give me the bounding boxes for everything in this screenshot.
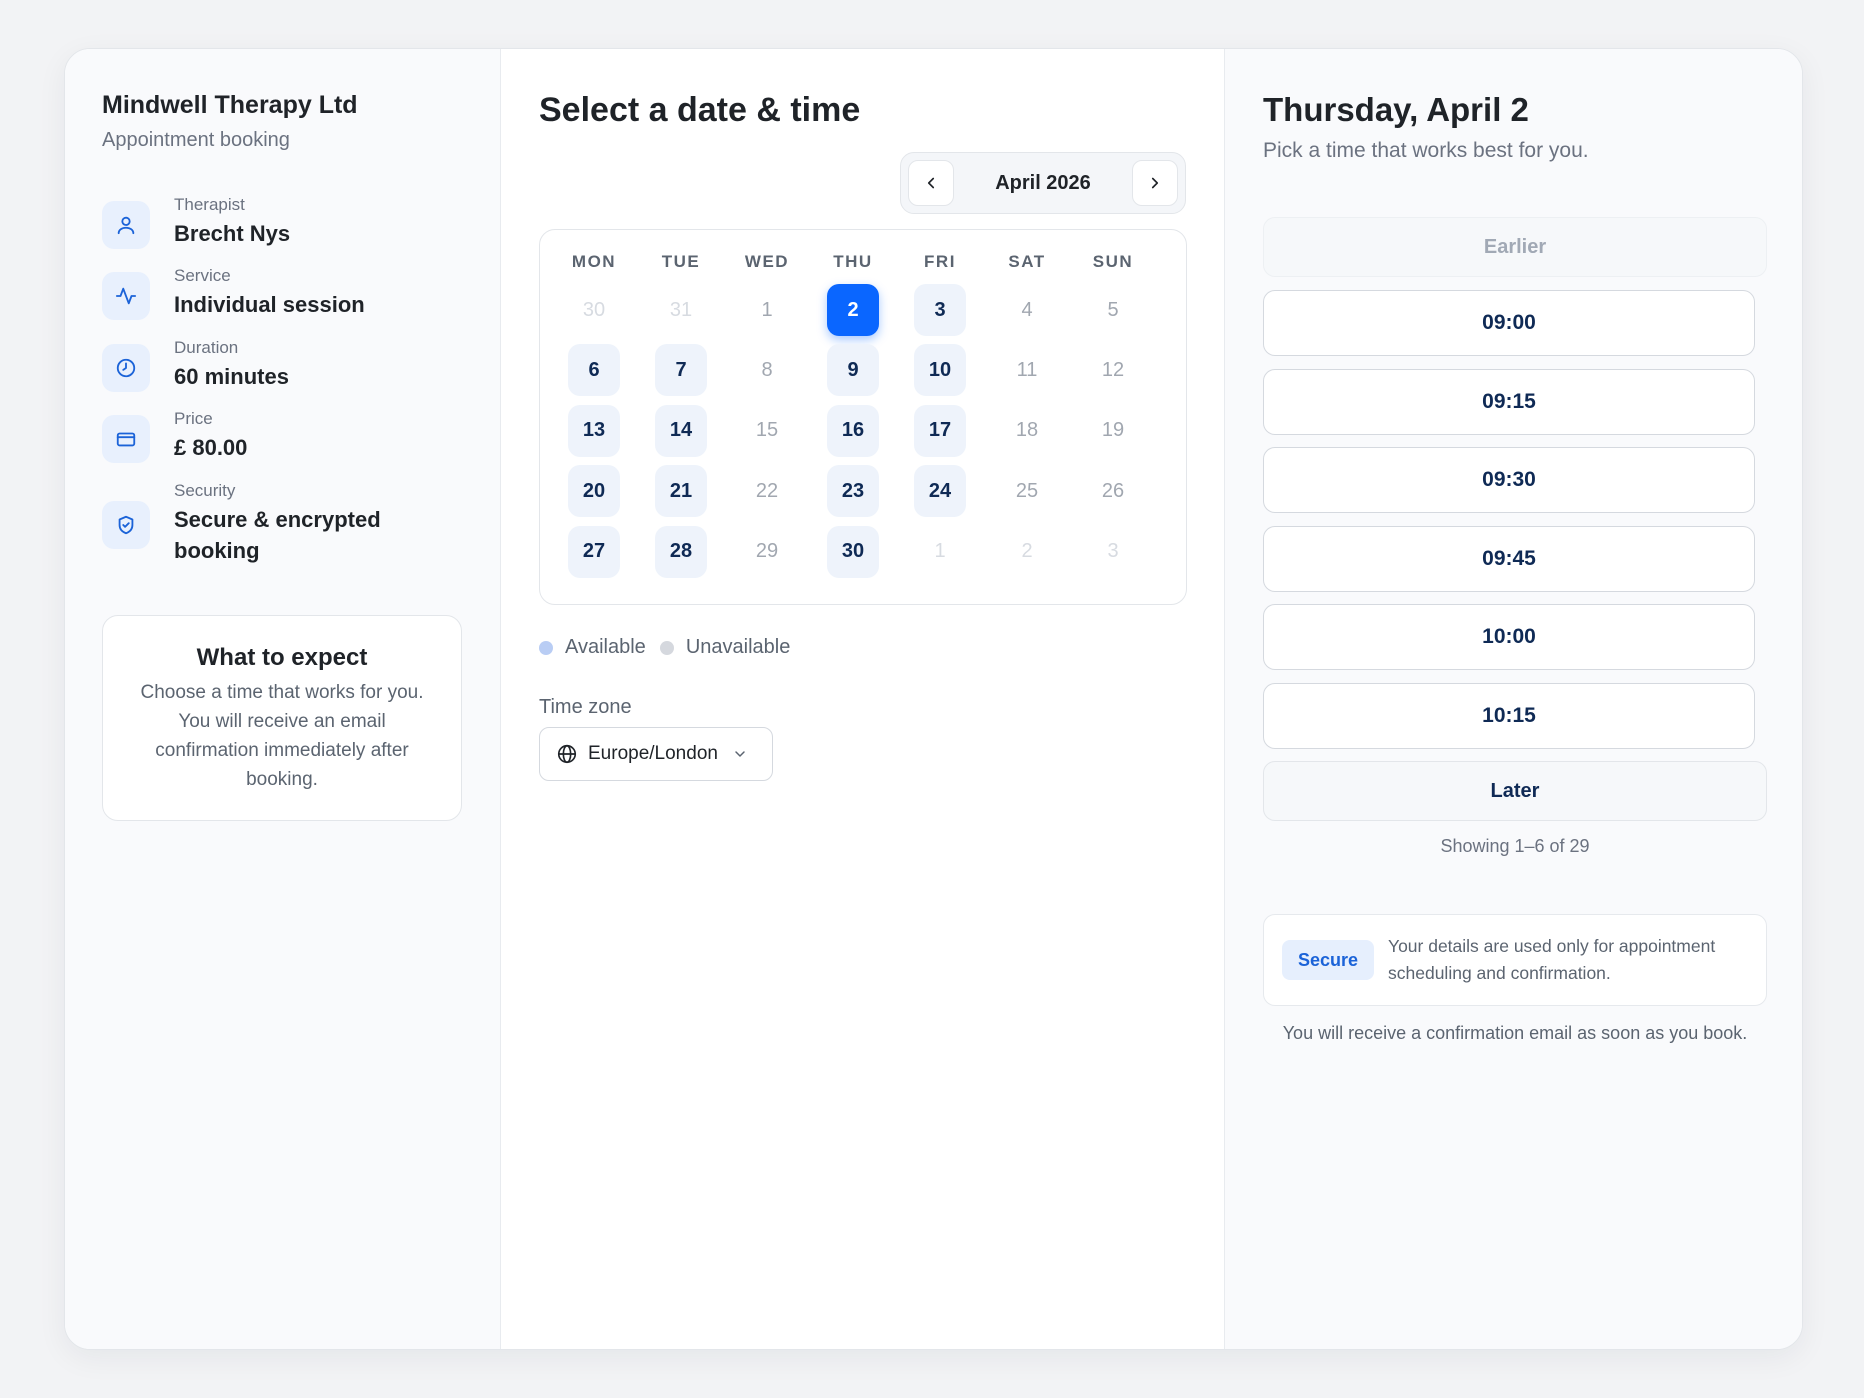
what-to-expect-title: What to expect <box>196 644 368 671</box>
time-selection-panel: Thursday, April 2 Pick a time that works… <box>1225 49 1802 1349</box>
what-to-expect-card: What to expect Choose a time that works … <box>102 615 462 821</box>
detail-label: Therapist <box>174 195 245 214</box>
booking-summary-panel: Mindwell Therapy Ltd Appointment booking… <box>65 49 501 1349</box>
next-month-button[interactable] <box>1132 160 1178 206</box>
calendar-day-unavailable: 4 <box>1021 298 1033 321</box>
calendar-day-unavailable: 15 <box>755 419 779 442</box>
calendar-day-available[interactable]: 20 <box>568 465 620 518</box>
time-slot-button[interactable]: 09:15 <box>1263 369 1755 435</box>
date-selection-panel: Select a date & time April 2026 MON TUE WE… <box>501 49 1225 1349</box>
timezone-label: Time zone <box>539 696 632 718</box>
time-slot-button[interactable]: 09:30 <box>1263 447 1755 513</box>
month-navigator: April 2026 <box>900 152 1186 214</box>
calendar-day-outside-month: 2 <box>1021 540 1033 563</box>
calendar-day-available[interactable]: 27 <box>568 525 620 578</box>
time-slot-button[interactable]: 09:45 <box>1263 526 1755 592</box>
calendar-day-unavailable: 19 <box>1101 419 1125 442</box>
globe-icon <box>557 744 577 764</box>
calendar-day-available[interactable]: 23 <box>827 465 879 518</box>
privacy-notice-text: Your details are used only for appointme… <box>1388 936 1716 983</box>
calendar-day-available[interactable]: 28 <box>655 525 707 578</box>
page-title: Select a date & time <box>539 91 861 129</box>
secure-badge: Secure <box>1282 940 1374 980</box>
confirmation-note: You will receive a confirmation email as… <box>1282 1023 1748 1043</box>
later-times-button[interactable]: Later <box>1263 761 1767 821</box>
timezone-select[interactable]: Europe/London <box>539 727 773 781</box>
calendar-day-unavailable: 8 <box>761 358 773 381</box>
calendar-day-outside-month: 3 <box>1107 540 1119 563</box>
earlier-times-button[interactable]: Earlier <box>1263 217 1767 277</box>
weekday-header: TUE <box>661 252 701 271</box>
privacy-notice: Secure Your details are used only for ap… <box>1263 914 1767 1006</box>
calendar-day-unavailable: 11 <box>1016 358 1038 381</box>
pagination-status: Showing 1–6 of 29 <box>1440 836 1590 856</box>
calendar-day-unavailable: 25 <box>1015 479 1039 502</box>
time-slot-button[interactable]: 10:15 <box>1263 683 1755 749</box>
detail-value: Brecht Nys <box>174 221 291 246</box>
calendar-day-available[interactable]: 13 <box>568 404 620 457</box>
activity-icon <box>102 272 150 320</box>
clock-icon <box>102 344 150 392</box>
detail-label: Price <box>174 409 213 428</box>
calendar-day-available[interactable]: 10 <box>914 344 966 397</box>
calendar-day-selected[interactable]: 2 <box>827 284 879 336</box>
unavailable-dot <box>659 640 674 655</box>
detail-label: Duration <box>174 338 239 357</box>
weekday-header: THU <box>833 252 873 271</box>
organization-subtitle: Appointment booking <box>102 129 290 151</box>
calendar-day-unavailable: 22 <box>755 479 779 502</box>
shield-check-icon <box>102 501 150 549</box>
weekday-header: MON <box>571 252 617 271</box>
selected-date-subtitle: Pick a time that works best for you. <box>1263 139 1589 162</box>
calendar-day-outside-month: 30 <box>582 298 606 321</box>
user-icon <box>102 201 150 249</box>
calendar-day-outside-month: 1 <box>934 540 946 563</box>
detail-value: 60 minutes <box>174 364 289 389</box>
calendar-grid: MON TUE WED THU FRI SAT SUN 30 31 1 2 3 4 5 6 7 8 9 10 11 12… <box>539 229 1187 605</box>
booking-card: Mindwell Therapy Ltd Appointment booking… <box>64 48 1803 1350</box>
time-slot-button[interactable]: 10:00 <box>1263 604 1755 670</box>
chevron-right-icon <box>1151 177 1159 189</box>
legend-unavailable-label: Unavailable <box>685 636 791 658</box>
chevron-left-icon <box>927 177 935 189</box>
detail-value: £ 80.00 <box>174 435 248 460</box>
calendar-day-available[interactable]: 6 <box>568 344 620 397</box>
calendar-legend: Available Unavailable <box>539 636 790 659</box>
selected-date-title: Thursday, April 2 <box>1263 91 1529 128</box>
detail-label: Service <box>174 266 231 285</box>
weekday-header: FRI <box>924 252 956 271</box>
calendar-day-unavailable: 12 <box>1101 358 1125 381</box>
legend-available-label: Available <box>565 636 646 658</box>
weekday-header: SUN <box>1092 252 1134 271</box>
previous-month-button[interactable] <box>908 160 954 206</box>
calendar-day-available[interactable]: 14 <box>655 404 707 457</box>
calendar-day-available[interactable]: 3 <box>914 284 966 336</box>
what-to-expect-text: Choose a time that works for you. You wi… <box>140 682 424 790</box>
calendar-day-unavailable: 26 <box>1101 479 1125 502</box>
calendar-day-outside-month: 31 <box>669 298 693 321</box>
calendar-day-available[interactable]: 24 <box>914 465 966 518</box>
weekday-header: WED <box>744 252 790 271</box>
time-slot-button[interactable]: 09:00 <box>1263 290 1755 356</box>
available-dot <box>539 640 553 655</box>
calendar-day-unavailable: 1 <box>761 298 773 321</box>
calendar-day-available[interactable]: 21 <box>655 465 707 518</box>
calendar-day-available[interactable]: 7 <box>655 344 707 397</box>
calendar-day-unavailable: 18 <box>1015 419 1039 442</box>
calendar-day-available[interactable]: 16 <box>827 404 879 457</box>
detail-label: Security <box>174 481 236 500</box>
timezone-value: Europe/London <box>588 743 718 764</box>
current-month-label: April 2026 <box>995 172 1091 194</box>
weekday-header: SAT <box>1008 252 1046 271</box>
calendar-day-unavailable: 5 <box>1107 298 1119 321</box>
calendar-day-unavailable: 29 <box>755 540 779 563</box>
detail-value: Secure & encrypted booking <box>174 507 381 563</box>
chevron-down-icon <box>735 751 745 757</box>
detail-value: Individual session <box>174 292 365 317</box>
calendar-day-available[interactable]: 30 <box>827 525 879 578</box>
calendar-day-available[interactable]: 9 <box>827 344 879 397</box>
organization-name: Mindwell Therapy Ltd <box>102 91 358 119</box>
credit-card-icon <box>102 415 150 463</box>
calendar-day-available[interactable]: 17 <box>914 404 966 457</box>
